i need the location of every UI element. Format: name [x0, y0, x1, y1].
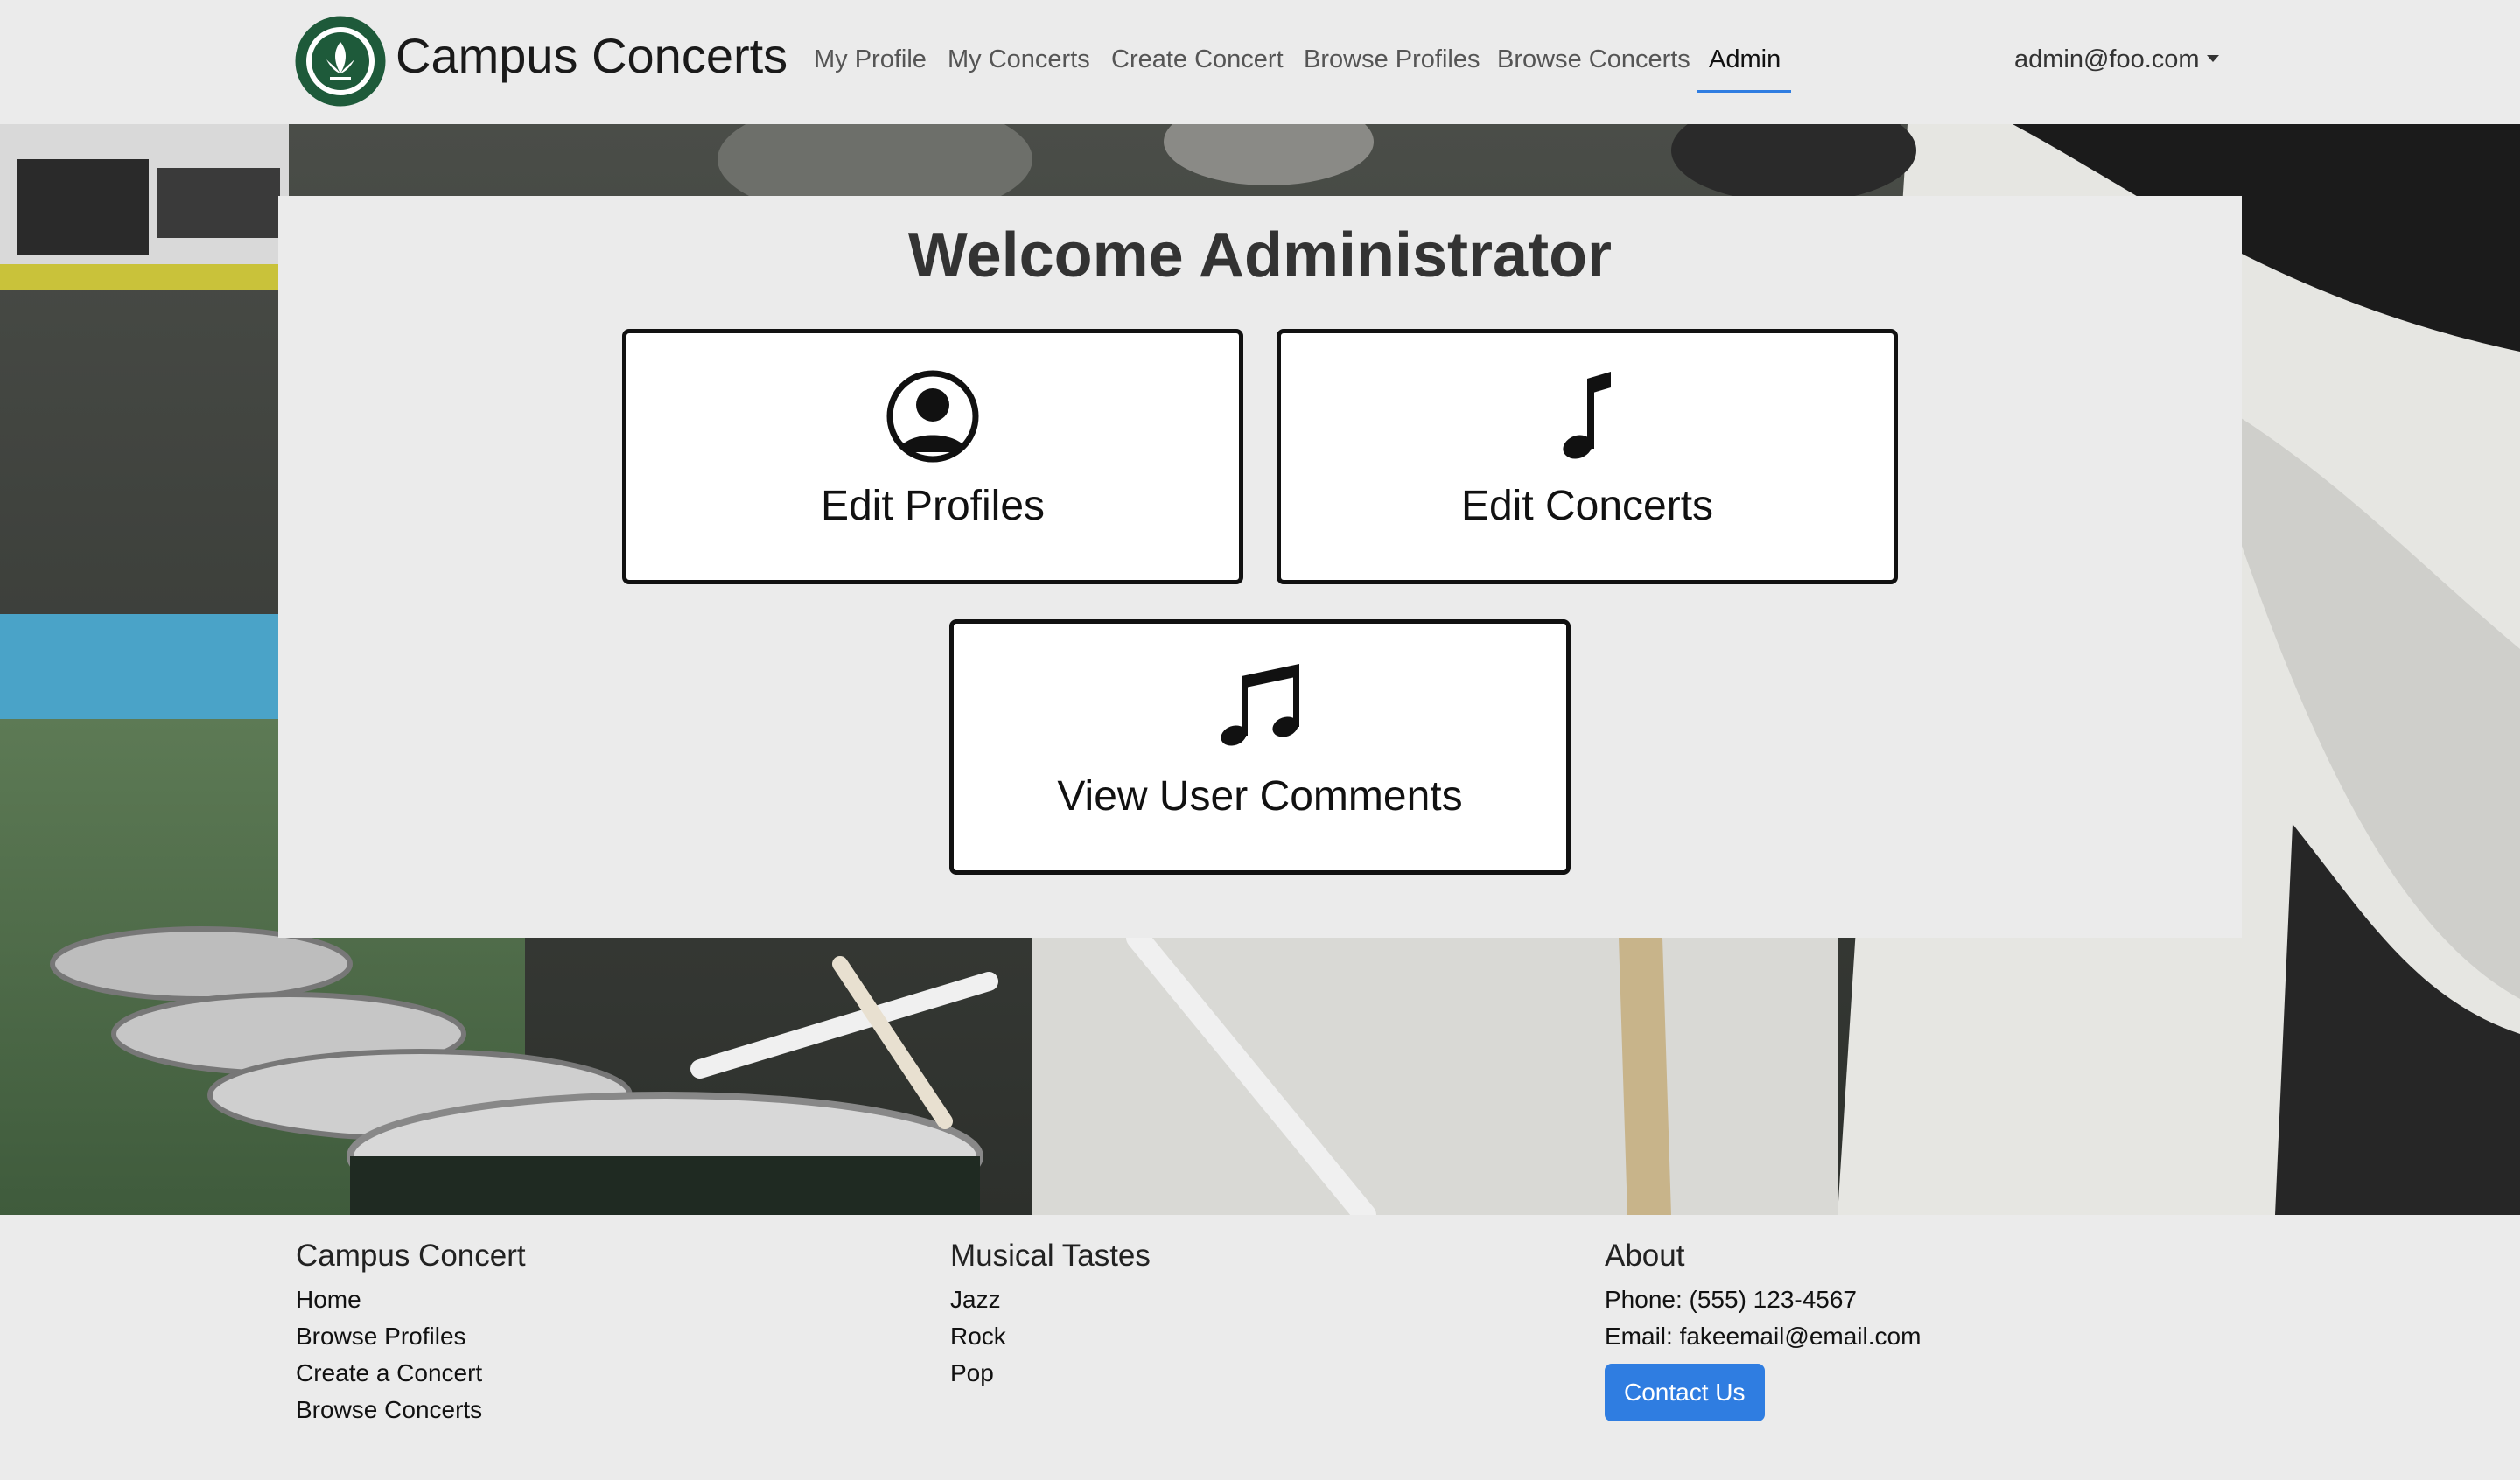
- user-dropdown[interactable]: admin@foo.com: [2014, 40, 2219, 79]
- footer-link-create-concert[interactable]: Create a Concert: [296, 1355, 526, 1392]
- user-email: admin@foo.com: [2014, 45, 2200, 73]
- music-note-icon: [1539, 368, 1635, 464]
- footer-item-jazz: Jazz: [950, 1286, 1001, 1313]
- page-title: Welcome Administrator: [907, 220, 1613, 290]
- footer-item-rock: Rock: [950, 1323, 1006, 1350]
- footer-email: Email: fakeemail@email.com: [1605, 1323, 1922, 1350]
- edit-profiles-card[interactable]: Edit Profiles: [622, 329, 1243, 584]
- footer-heading: Musical Tastes: [950, 1239, 1151, 1273]
- footer-link-home[interactable]: Home: [296, 1281, 526, 1318]
- footer-col-musical-tastes: Musical Tastes Jazz Rock Pop: [950, 1234, 1151, 1392]
- footer-link-browse-profiles[interactable]: Browse Profiles: [296, 1318, 526, 1355]
- nav-my-profile[interactable]: My Profile: [814, 40, 927, 79]
- edit-concerts-card[interactable]: Edit Concerts: [1277, 329, 1898, 584]
- footer-col-about: About Phone: (555) 123-4567 Email: fakee…: [1605, 1234, 1921, 1421]
- nav-admin[interactable]: Admin: [1709, 40, 1781, 79]
- footer-item-pop: Pop: [950, 1359, 994, 1386]
- nav-create-concert[interactable]: Create Concert: [1111, 40, 1284, 79]
- top-navbar: Campus Concerts My Profile My Concerts C…: [0, 0, 2520, 124]
- music-note-beamed-icon: [1212, 659, 1308, 755]
- university-seal-logo[interactable]: [295, 16, 386, 107]
- footer-col-campus-concert: Campus Concert Home Browse Profiles Crea…: [296, 1234, 526, 1428]
- nav-browse-profiles[interactable]: Browse Profiles: [1304, 40, 1480, 79]
- footer-heading: About: [1605, 1239, 1685, 1273]
- footer-heading: Campus Concert: [296, 1239, 526, 1273]
- footer-phone: Phone: (555) 123-4567: [1605, 1286, 1857, 1313]
- brand-title[interactable]: Campus Concerts: [396, 24, 788, 87]
- footer: Campus Concert Home Browse Profiles Crea…: [0, 1215, 2520, 1480]
- view-user-comments-card[interactable]: View User Comments: [949, 619, 1571, 875]
- footer-link-browse-concerts[interactable]: Browse Concerts: [296, 1392, 526, 1428]
- nav-my-concerts[interactable]: My Concerts: [948, 40, 1090, 79]
- edit-profiles-label: Edit Profiles: [820, 483, 1046, 529]
- active-tab-indicator: [1698, 90, 1791, 93]
- contact-us-button[interactable]: Contact Us: [1605, 1364, 1765, 1421]
- chevron-down-icon: [2206, 55, 2219, 62]
- person-circle-icon: [885, 368, 981, 464]
- admin-panel: Welcome Administrator Edit Profiles Edit…: [278, 196, 2242, 938]
- edit-concerts-label: Edit Concerts: [1460, 483, 1714, 529]
- nav-browse-concerts[interactable]: Browse Concerts: [1497, 40, 1690, 79]
- view-user-comments-label: View User Comments: [1057, 773, 1463, 820]
